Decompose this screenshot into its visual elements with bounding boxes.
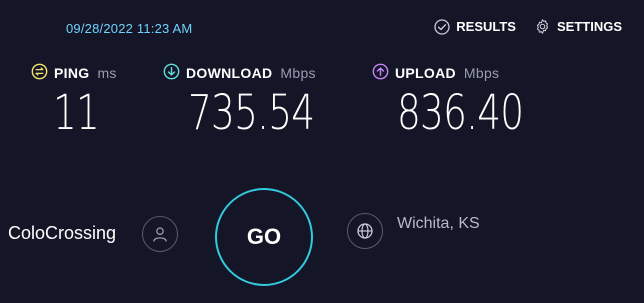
- server-location[interactable]: Wichita, KS: [397, 215, 480, 233]
- ping-label: PING: [54, 65, 90, 81]
- download-metric: DOWNLOAD Mbps 735.54: [163, 63, 350, 137]
- person-icon[interactable]: [142, 216, 178, 252]
- check-circle-icon: [434, 18, 450, 35]
- upload-unit: Mbps: [463, 65, 500, 81]
- settings-label: SETTINGS: [556, 19, 622, 34]
- download-value: 735.54: [188, 85, 315, 141]
- top-nav: RESULTS SETTINGS: [434, 18, 622, 35]
- ping-header: PING ms: [31, 63, 117, 83]
- download-unit: Mbps: [280, 65, 316, 81]
- download-header: DOWNLOAD Mbps: [163, 63, 350, 83]
- download-label: DOWNLOAD: [186, 65, 273, 81]
- download-arrow-icon: [163, 63, 180, 83]
- globe-icon[interactable]: [347, 213, 383, 249]
- upload-header: UPLOAD Mbps: [372, 63, 559, 83]
- isp-name[interactable]: ColoCrossing: [8, 223, 116, 244]
- ping-value: 11: [53, 85, 100, 141]
- ping-unit: ms: [97, 65, 117, 81]
- ping-metric: PING ms 11: [31, 63, 117, 137]
- gear-icon: [534, 18, 551, 35]
- test-timestamp: 09/28/2022 11:23 AM: [66, 21, 193, 36]
- upload-label: UPLOAD: [395, 65, 456, 81]
- upload-arrow-icon: [372, 63, 389, 83]
- upload-metric: UPLOAD Mbps 836.40: [372, 63, 559, 137]
- settings-button[interactable]: SETTINGS: [534, 18, 622, 35]
- results-label: RESULTS: [456, 19, 516, 34]
- upload-value: 836.40: [397, 85, 524, 141]
- ping-icon: [31, 63, 48, 83]
- results-button[interactable]: RESULTS: [434, 18, 516, 35]
- go-button[interactable]: GO: [215, 188, 313, 286]
